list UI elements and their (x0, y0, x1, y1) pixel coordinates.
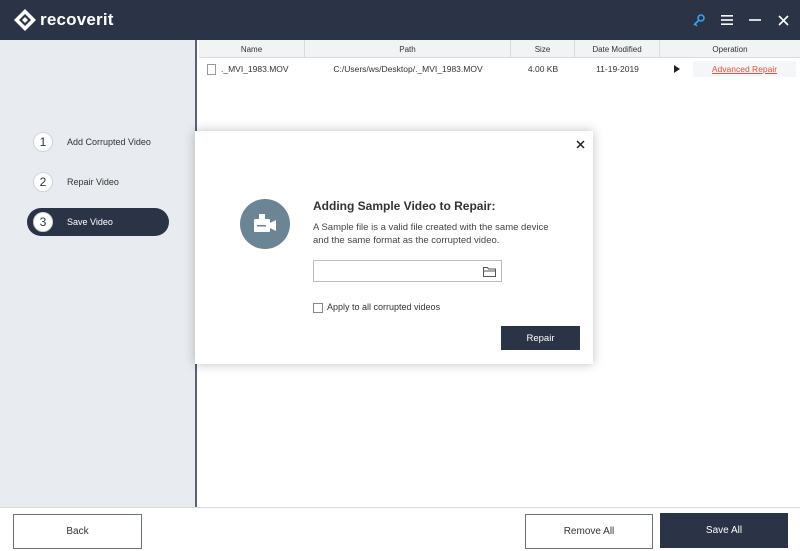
column-header-path[interactable]: Path (305, 40, 511, 58)
back-button[interactable]: Back (13, 514, 142, 549)
recoverit-logo-icon (14, 9, 36, 31)
file-name-cell: ._MVI_1983.MOV (207, 58, 305, 80)
title-bar: recoverit (0, 0, 800, 40)
app-title: recoverit (40, 10, 114, 29)
dialog-title: Adding Sample Video to Repair: (313, 199, 496, 213)
column-header-operation: Operation (712, 44, 748, 54)
column-header-size[interactable]: Size (511, 40, 575, 58)
save-all-button[interactable]: Save All (660, 513, 788, 548)
step-label: Add Corrupted Video (67, 137, 151, 147)
steps-sidebar: 1 Add Corrupted Video 2 Repair Video 3 S… (0, 40, 197, 507)
file-icon (207, 63, 216, 75)
step-save-video: 3 Save Video (27, 208, 169, 236)
dialog-description: A Sample file is a valid file created wi… (313, 222, 549, 246)
apply-all-checkbox[interactable] (313, 303, 323, 313)
sample-video-dialog: Adding Sample Video to Repair: A Sample … (195, 131, 593, 364)
table-header: Name Path Size Date Modified Operation (199, 40, 800, 58)
sample-file-input[interactable] (313, 260, 502, 282)
column-header-name[interactable]: Name (199, 40, 305, 58)
apply-all-label[interactable]: Apply to all corrupted videos (327, 302, 440, 312)
table-row[interactable]: ._MVI_1983.MOV C:/Users/ws/Desktop/._MVI… (199, 58, 800, 80)
folder-browse-icon[interactable] (481, 264, 497, 278)
dialog-close-icon[interactable] (573, 137, 587, 151)
close-icon[interactable] (773, 10, 793, 30)
remove-all-button[interactable]: Remove All (525, 514, 653, 549)
file-name: ._MVI_1983.MOV (221, 64, 289, 74)
step-repair-video: 2 Repair Video (27, 168, 169, 196)
file-date: 11-19-2019 (596, 64, 639, 74)
column-header-date[interactable]: Date Modified (575, 40, 660, 58)
key-icon[interactable] (689, 10, 709, 30)
video-camera-icon (240, 199, 290, 249)
step-add-corrupted-video: 1 Add Corrupted Video (27, 128, 169, 156)
repair-button[interactable]: Repair (501, 326, 580, 350)
menu-icon[interactable] (717, 10, 737, 30)
file-path: C:/Users/ws/Desktop/._MVI_1983.MOV (333, 64, 483, 74)
file-size: 4.00 KB (527, 64, 559, 74)
advanced-repair-link[interactable]: Advanced Repair (693, 61, 796, 77)
minimize-icon[interactable] (745, 10, 765, 30)
step-label: Save Video (67, 217, 113, 227)
step-number: 2 (33, 172, 53, 192)
step-number: 1 (33, 132, 53, 152)
step-label: Repair Video (67, 177, 119, 187)
step-number: 3 (33, 212, 53, 232)
footer-bar: Back Remove All Save All (0, 507, 800, 551)
play-icon[interactable] (669, 61, 685, 77)
